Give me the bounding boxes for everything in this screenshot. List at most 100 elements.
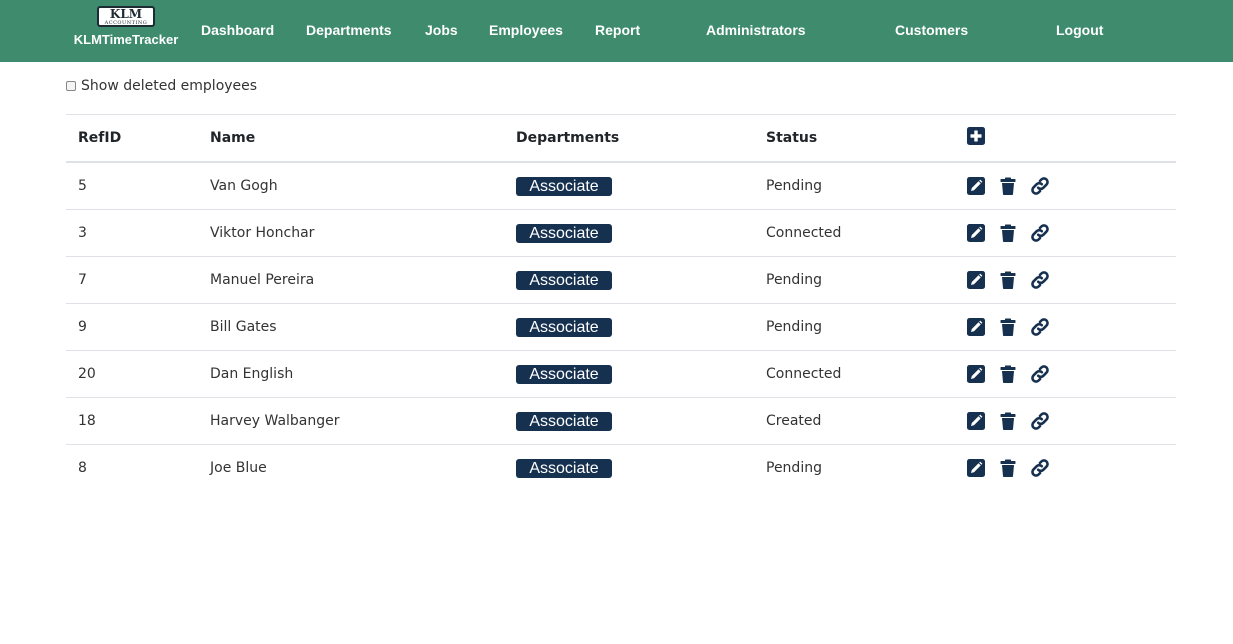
department-badge: Associate [516,270,612,290]
plus-square-icon[interactable] [966,126,986,146]
trash-icon[interactable] [998,364,1018,384]
show-deleted-checkbox[interactable] [66,81,76,91]
edit-icon[interactable] [966,364,986,384]
link-icon[interactable] [1030,176,1050,196]
link-icon[interactable] [1030,411,1050,431]
cell-department: Associate [504,303,754,351]
nav-dashboard[interactable]: Dashboard [201,22,274,38]
table-header-row: RefID Name Departments Status [66,114,1176,163]
navbar: KLM ACCOUNTING KLMTimeTracker Dashboard … [0,0,1233,62]
cell-actions [954,350,1176,398]
edit-icon[interactable] [966,270,986,290]
cell-department: Associate [504,161,754,210]
nav-report[interactable]: Report [595,22,640,38]
header-name: Name [198,114,504,163]
trash-icon[interactable] [998,458,1018,478]
cell-actions [954,209,1176,257]
header-departments: Departments [504,114,754,163]
trash-icon[interactable] [998,270,1018,290]
cell-status: Connected [754,350,954,398]
cell-actions [954,444,1176,491]
table-row: 7 Manuel Pereira Associate Pending [66,256,1176,304]
trash-icon[interactable] [998,411,1018,431]
cell-name: Van Gogh [198,161,504,210]
logo-main-text: KLM [109,7,143,21]
nav-departments[interactable]: Departments [306,22,392,38]
row-actions [966,223,1176,243]
nav-logout[interactable]: Logout [1056,22,1103,38]
nav-customers[interactable]: Customers [895,22,968,38]
cell-refid: 7 [66,256,198,304]
cell-department: Associate [504,256,754,304]
cell-department: Associate [504,350,754,398]
cell-status: Pending [754,256,954,304]
edit-icon[interactable] [966,176,986,196]
table-row: 20 Dan English Associate Connected [66,350,1176,398]
department-badge: Associate [516,223,612,243]
employees-table: RefID Name Departments Status 5 Van Gogh… [66,114,1176,491]
cell-name: Harvey Walbanger [198,397,504,445]
cell-refid: 18 [66,397,198,445]
nav-administrators[interactable]: Administrators [706,22,806,38]
cell-name: Dan English [198,350,504,398]
cell-department: Associate [504,444,754,491]
cell-actions [954,256,1176,304]
edit-icon[interactable] [966,317,986,337]
department-badge: Associate [516,458,612,478]
row-actions [966,364,1176,384]
table-row: 9 Bill Gates Associate Pending [66,303,1176,351]
cell-actions [954,161,1176,210]
department-badge: Associate [516,317,612,337]
department-badge: Associate [516,176,612,196]
nav-jobs[interactable]: Jobs [425,22,458,38]
row-actions [966,458,1176,478]
cell-actions [954,397,1176,445]
department-badge: Associate [516,411,612,431]
cell-name: Bill Gates [198,303,504,351]
row-actions [966,270,1176,290]
cell-refid: 9 [66,303,198,351]
cell-department: Associate [504,209,754,257]
row-actions [966,176,1176,196]
cell-status: Created [754,397,954,445]
link-icon[interactable] [1030,223,1050,243]
cell-status: Pending [754,444,954,491]
trash-icon[interactable] [998,223,1018,243]
logo-sub-text: ACCOUNTING [104,20,148,26]
cell-department: Associate [504,397,754,445]
table-row: 3 Viktor Honchar Associate Connected [66,209,1176,257]
brand-logo: KLM ACCOUNTING [96,6,156,27]
nav-employees[interactable]: Employees [489,22,563,38]
brand[interactable]: KLM ACCOUNTING KLMTimeTracker [67,6,185,47]
row-actions [966,411,1176,431]
trash-icon[interactable] [998,317,1018,337]
cell-name: Manuel Pereira [198,256,504,304]
cell-status: Pending [754,161,954,210]
edit-icon[interactable] [966,411,986,431]
link-icon[interactable] [1030,270,1050,290]
show-deleted-toggle[interactable]: Show deleted employees [66,78,257,94]
header-actions [954,114,1176,163]
link-icon[interactable] [1030,364,1050,384]
cell-refid: 20 [66,350,198,398]
row-actions [966,317,1176,337]
table-row: 5 Van Gogh Associate Pending [66,161,1176,210]
cell-name: Viktor Honchar [198,209,504,257]
cell-status: Pending [754,303,954,351]
cell-refid: 5 [66,161,198,210]
cell-refid: 8 [66,444,198,491]
trash-icon[interactable] [998,176,1018,196]
brand-name[interactable]: KLMTimeTracker [67,32,185,47]
link-icon[interactable] [1030,317,1050,337]
header-refid: RefID [66,114,198,163]
edit-icon[interactable] [966,223,986,243]
edit-icon[interactable] [966,458,986,478]
table-row: 18 Harvey Walbanger Associate Created [66,397,1176,445]
link-icon[interactable] [1030,458,1050,478]
show-deleted-label: Show deleted employees [81,78,258,94]
cell-name: Joe Blue [198,444,504,491]
cell-refid: 3 [66,209,198,257]
table-row: 8 Joe Blue Associate Pending [66,444,1176,491]
header-status: Status [754,114,954,163]
department-badge: Associate [516,364,612,384]
